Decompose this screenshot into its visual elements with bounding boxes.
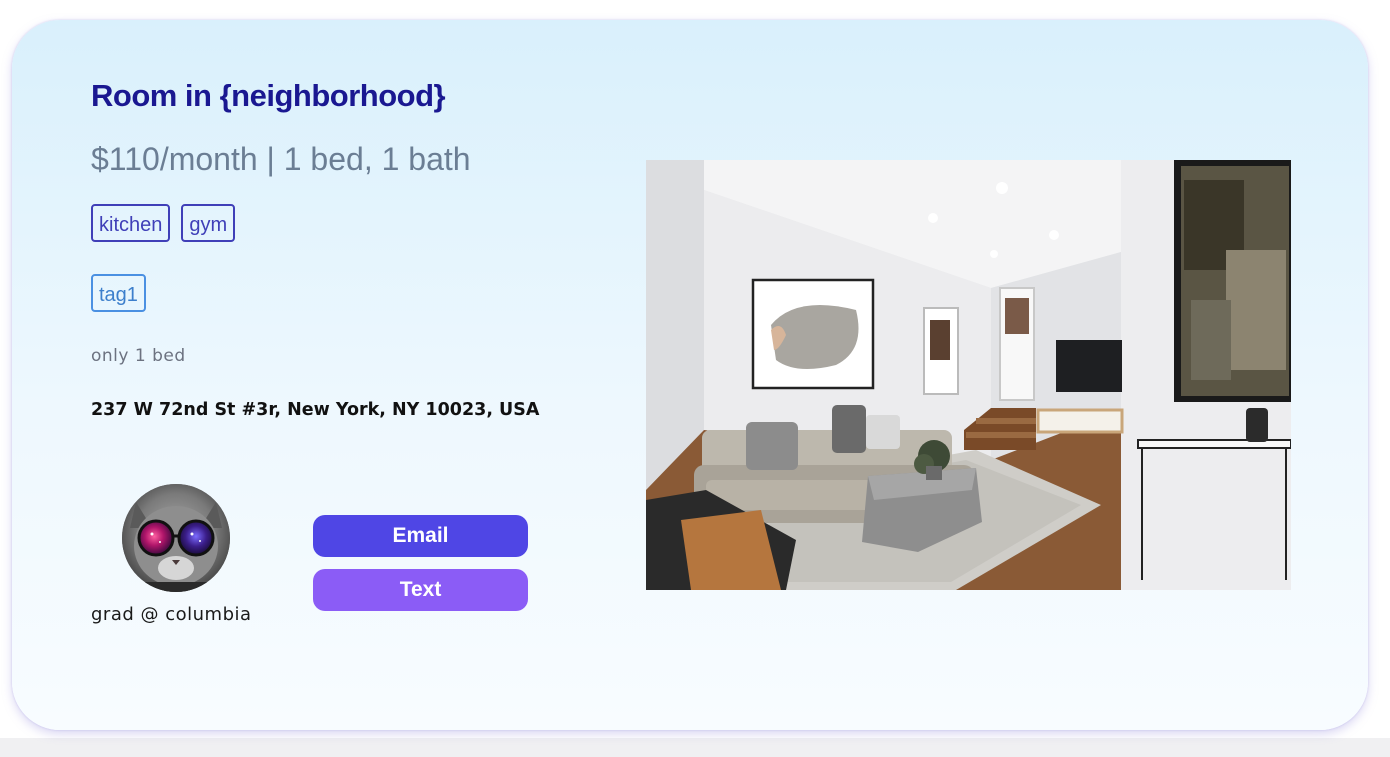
- custom-tag-tag1[interactable]: tag1: [91, 274, 146, 312]
- text-button[interactable]: Text: [313, 569, 528, 611]
- page-bottom-strip: [0, 738, 1390, 757]
- cat-avatar-icon: [122, 484, 230, 592]
- email-button[interactable]: Email: [313, 515, 528, 557]
- living-room-photo: [646, 160, 1291, 590]
- listing-photo[interactable]: [646, 160, 1291, 590]
- amenity-tags: kitchen gym: [91, 204, 236, 242]
- host-label: grad @ columbia: [91, 604, 252, 625]
- amenity-tag-kitchen[interactable]: kitchen: [91, 204, 171, 242]
- amenity-tag-gym[interactable]: gym: [181, 204, 236, 242]
- listing-card: Room in {neighborhood} $110/month | 1 be…: [12, 20, 1368, 730]
- listing-note: only 1 bed: [91, 346, 186, 366]
- listing-address: 237 W 72nd St #3r, New York, NY 10023, U…: [91, 400, 540, 420]
- host-avatar[interactable]: [122, 484, 230, 592]
- custom-tags: tag1: [91, 274, 146, 312]
- listing-price: $110/month | 1 bed, 1 bath: [91, 141, 471, 177]
- listing-title: Room in {neighborhood}: [91, 78, 446, 113]
